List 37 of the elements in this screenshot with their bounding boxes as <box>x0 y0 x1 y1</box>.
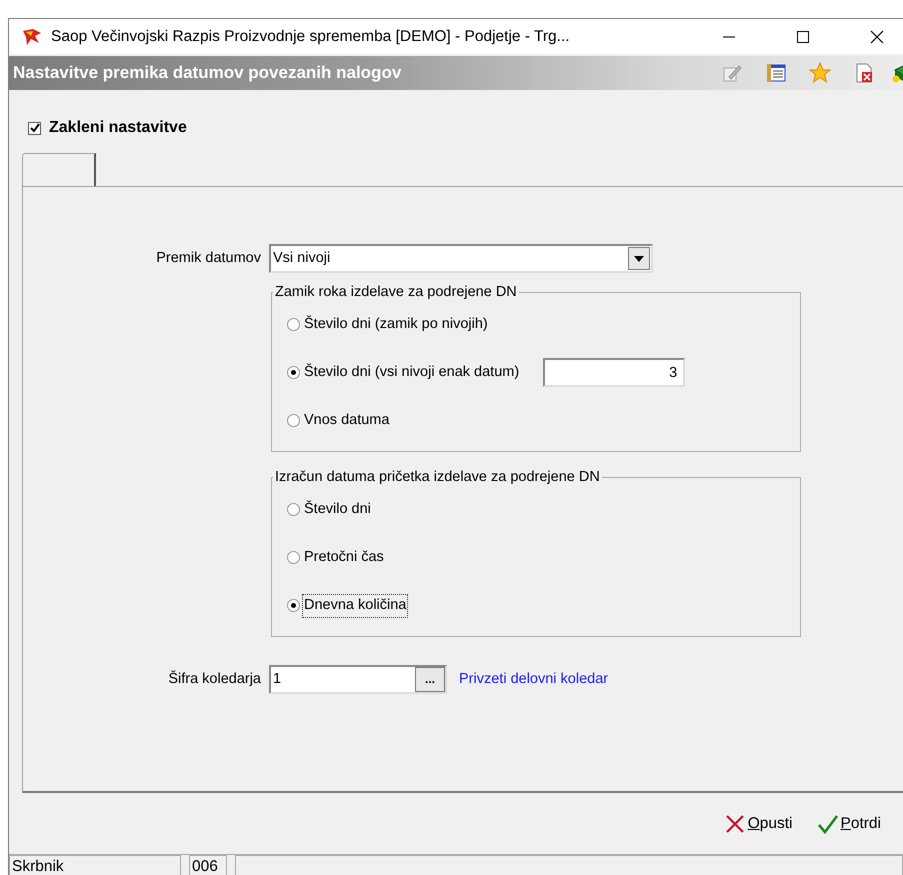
cancel-button[interactable]: Opusti <box>724 812 792 836</box>
radio-button[interactable] <box>287 503 300 516</box>
lock-checkbox[interactable] <box>28 122 41 134</box>
radio-button[interactable] <box>287 599 300 612</box>
group-title: Izračun datuma pričetka izdelave za podrejene DN <box>274 470 601 486</box>
window-title: Saop Večinvojski Razpis Proizvodnje sprememba [DEMO] - Podjetje - Trg... <box>51 26 570 47</box>
group-title: Zamik roka izdelave za podrejene DN <box>274 285 518 301</box>
radio-button[interactable] <box>287 366 300 380</box>
radio-button[interactable] <box>287 318 300 332</box>
tab[interactable] <box>22 153 96 186</box>
maximize-icon[interactable] <box>795 28 811 44</box>
radio-label: Število dni (zamik po nivojih) <box>303 314 489 334</box>
date-shift-dropdown[interactable]: Vsi nivoji <box>269 244 653 273</box>
radio-button[interactable] <box>287 414 300 428</box>
calendar-code-field[interactable]: 1 ... <box>269 664 447 694</box>
radio-label: Pretočni čas <box>303 548 385 567</box>
form-title: Nastavitve premika datumov povezanih nalogov <box>13 62 402 84</box>
app-logo-icon <box>21 26 43 46</box>
radio-label: Število dni (vsi nivoji enak datum) <box>303 362 520 382</box>
browse-button[interactable]: ... <box>415 666 445 692</box>
default-calendar-link[interactable]: Privzeti delovni koledar <box>459 668 608 690</box>
status-cell: 006 <box>189 855 227 875</box>
checkmark-icon <box>816 812 838 834</box>
star-icon[interactable] <box>809 62 831 84</box>
radio-label: Vnos datuma <box>303 411 390 430</box>
field-label: Šifra koledarja <box>167 669 262 688</box>
close-icon <box>724 812 746 834</box>
list-icon[interactable] <box>765 62 787 84</box>
confirm-button[interactable]: Potrdi <box>816 812 881 836</box>
lock-label: Zakleni nastavitve <box>49 118 187 138</box>
close-icon[interactable] <box>869 28 885 44</box>
days-field[interactable]: 3 <box>543 358 686 388</box>
radio-button[interactable] <box>287 551 300 564</box>
field-label: Premik datumov <box>155 248 262 268</box>
status-cell: Skrbnik <box>9 855 181 875</box>
radio-label: Dnevna količina <box>302 594 408 618</box>
radio-label: Število dni <box>303 499 372 519</box>
